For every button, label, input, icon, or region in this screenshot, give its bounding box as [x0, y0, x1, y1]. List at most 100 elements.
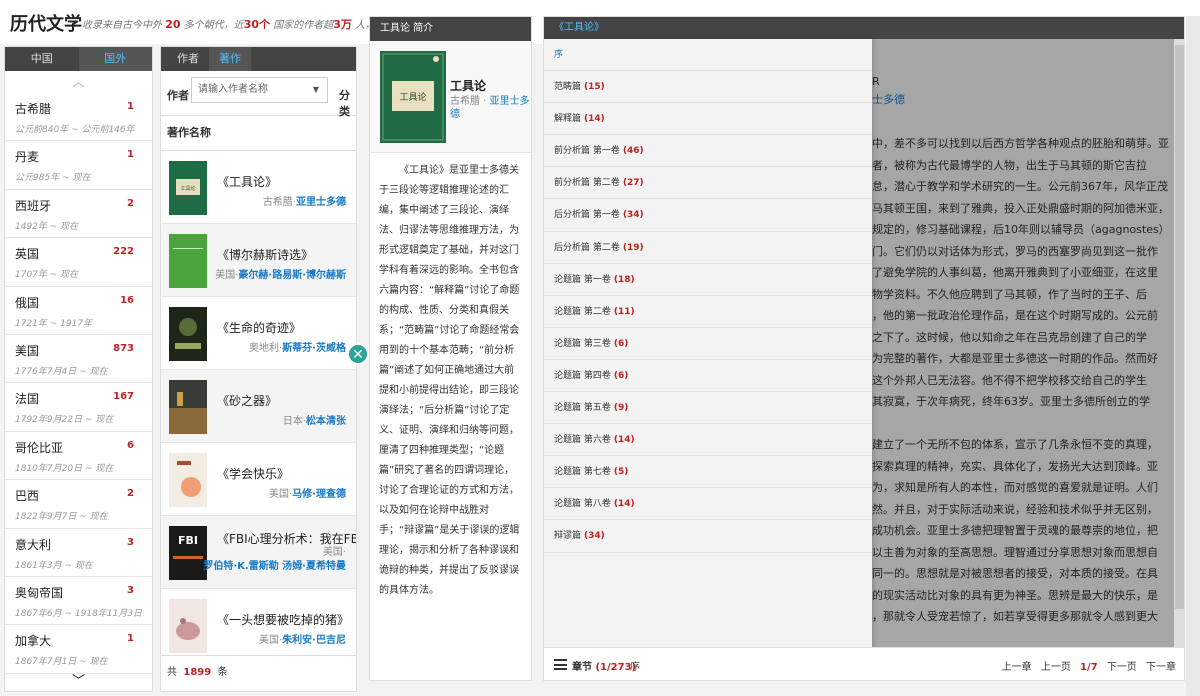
work-author: 美国· 罗伯特·K.雷斯勒 汤姆·夏希特曼: [203, 547, 346, 572]
work-item[interactable]: 《博尔赫斯诗选》 美国·豪尔赫·路易斯·博尔赫斯: [161, 224, 356, 297]
current-chapter: 序: [630, 662, 640, 673]
tab-authors[interactable]: 作者: [167, 47, 209, 71]
menu-icon[interactable]: [554, 659, 567, 670]
book-cover-thumbnail[interactable]: [169, 599, 207, 653]
next-chapter-link[interactable]: 下一章: [1146, 662, 1176, 673]
next-page-link[interactable]: 下一页: [1107, 662, 1137, 673]
tab-foreign[interactable]: 国外: [78, 47, 152, 71]
right-edge: [1186, 16, 1200, 696]
scrollbar[interactable]: [1174, 39, 1184, 649]
intro-header: 工具论 简介: [370, 17, 531, 41]
chapter-item[interactable]: 论题篇 第七卷 (5): [544, 456, 872, 489]
work-item[interactable]: 《砂之器》 日本·松本清张: [161, 370, 356, 443]
caret-down-icon: ▼: [312, 85, 319, 94]
close-icon[interactable]: ✕: [347, 343, 369, 365]
country-item[interactable]: 奥匈帝国 1867年6月 ~ 1918年11月3日 3: [5, 577, 152, 626]
country-item[interactable]: 加拿大 1867年7月1日 ~ 现在 1: [5, 625, 152, 674]
tab-china[interactable]: 中国: [5, 47, 79, 71]
work-item[interactable]: 《一头想要被吃掉的猪》美国·朱利安·巴吉尼: [161, 589, 356, 662]
work-item[interactable]: 《生命的奇迹》 奥地利·斯蒂芬·茨威格: [161, 297, 356, 370]
tab-book[interactable]: 《工具论》: [544, 17, 614, 41]
country-item[interactable]: 西班牙 1492年 ~ 现在 2: [5, 190, 152, 239]
prev-chapter-link[interactable]: 上一章: [1002, 662, 1032, 673]
author-select[interactable]: 请输入作者名称 ▼: [191, 77, 328, 103]
country-date-range: 1707年 ~ 现在: [15, 270, 79, 281]
book-cover-thumbnail[interactable]: [169, 380, 207, 434]
chapter-item[interactable]: 辩谬篇 (34): [544, 520, 872, 553]
chapter-item[interactable]: 论题篇 第二卷 (11): [544, 296, 872, 328]
category-filter-label: 分类: [339, 89, 350, 118]
work-title[interactable]: 《学会快乐》: [217, 465, 289, 482]
chapter-item[interactable]: 论题篇 第一卷 (18): [544, 264, 872, 296]
chapter-item[interactable]: 论题篇 第四卷 (6): [544, 360, 872, 393]
work-author-link[interactable]: 亚里士多德: [296, 197, 346, 208]
tab-works[interactable]: 著作: [209, 47, 251, 71]
work-item[interactable]: 工具论 《工具论》 古希腊·亚里士多德: [161, 151, 356, 224]
country-date-range: 1867年7月1日 ~ 现在: [15, 657, 108, 668]
work-author: 美国·朱利安·巴吉尼: [259, 635, 346, 646]
country-item[interactable]: 丹麦 公元985年 ~ 现在 1: [5, 141, 152, 190]
prev-page-link[interactable]: 上一页: [1041, 662, 1071, 673]
svg-text:工具论: 工具论: [399, 91, 426, 103]
chapter-item[interactable]: 论题篇 第三卷 (6): [544, 328, 872, 360]
work-item[interactable]: 《学会快乐》 美国·马修·理查德: [161, 443, 356, 516]
scroll-down-icon[interactable]: ﹀: [5, 670, 152, 689]
country-item[interactable]: 巴西 1822年9月7日 ~ 现在 2: [5, 480, 152, 529]
intro-text: 《工具论》是亚里士多德关于三段论等逻辑推理论述的汇编，集中阐述了三段论、演绎法、…: [379, 165, 520, 596]
country-item[interactable]: 古希腊 公元前840年 ~ 公元前146年 1: [5, 93, 152, 142]
country-item[interactable]: 英国 1707年 ~ 现在 222: [5, 238, 152, 287]
intro-panel: 工具论 简介 工具论 工具论 古希腊 · 亚里士多德 《工具论》是亚里士多德关于…: [369, 16, 532, 681]
author-select-placeholder: 请输入作者名称: [198, 84, 268, 95]
country-date-range: 1810年7月20日 ~ 现在: [15, 463, 114, 474]
chapter-item[interactable]: 解释篇 (14): [544, 103, 872, 136]
work-author-link[interactable]: 罗伯特·K.雷斯勒 汤姆·夏希特曼: [203, 561, 346, 572]
chapter-item[interactable]: 前分析篇 第二卷 (27): [544, 167, 872, 200]
country-item[interactable]: 意大利 1861年3月 ~ 现在 3: [5, 529, 152, 577]
work-author-link[interactable]: 豪尔赫·路易斯·博尔赫斯: [238, 270, 346, 281]
work-author-link[interactable]: 松本清张: [306, 416, 346, 427]
country-item[interactable]: 俄国 1721年 ~ 1917年 16: [5, 287, 152, 335]
work-author-link[interactable]: 马修·理查德: [292, 489, 346, 500]
book-cover-thumbnail[interactable]: FBI: [169, 526, 207, 580]
book-cover-thumbnail[interactable]: [169, 234, 207, 288]
work-title[interactable]: 《砂之器》: [217, 392, 277, 409]
work-author-link[interactable]: 朱利安·巴吉尼: [282, 635, 346, 646]
work-title[interactable]: 《博尔赫斯诗选》: [217, 246, 313, 263]
country-author-count: 16: [120, 294, 134, 306]
site-title[interactable]: 历代文学: [10, 10, 82, 36]
chapter-item[interactable]: 前分析篇 第一卷 (46): [544, 135, 872, 168]
chapter-item[interactable]: 论题篇 第六卷 (14): [544, 424, 872, 457]
chapter-item[interactable]: 后分析篇 第二卷 (19): [544, 232, 872, 264]
country-date-range: 1776年7月4日 ~ 现在: [15, 366, 108, 377]
country-item[interactable]: 哥伦比亚 1810年7月20日 ~ 现在 6: [5, 432, 152, 481]
chapter-item[interactable]: 论题篇 第八卷 (14): [544, 488, 872, 521]
country-date-range: 1867年6月 ~ 1918年11月3日: [15, 608, 142, 619]
country-item[interactable]: 法国 1792年9月22日 ~ 现在 167: [5, 383, 152, 432]
scroll-up-icon[interactable]: ︿: [5, 71, 152, 93]
book-cover-thumbnail[interactable]: [169, 453, 207, 507]
scrollbar-thumb[interactable]: [1175, 45, 1184, 609]
work-title[interactable]: 《一头想要被吃掉的猪》: [217, 611, 349, 628]
work-author-link[interactable]: 斯蒂芬·茨威格: [282, 343, 346, 354]
work-title[interactable]: 《FBI心理分析术：我在FBI...: [217, 530, 356, 547]
intro-author: 古希腊 · 亚里士多德: [450, 96, 530, 120]
modal-overlay[interactable]: [872, 39, 1174, 649]
country-item[interactable]: 美国 1776年7月4日 ~ 现在 873: [5, 335, 152, 384]
country-tabs: 中国 国外: [5, 47, 152, 71]
country-panel: 中国 国外 ︿ 古希腊 公元前840年 ~ 公元前146年 1 丹麦 公元985年 ~ …: [4, 46, 153, 692]
country-author-count: 2: [127, 488, 134, 500]
work-item[interactable]: FBI 《FBI心理分析术：我在FBI...美国·罗伯特·K.雷斯勒 汤姆·夏希特…: [161, 516, 356, 589]
chapter-item[interactable]: 序: [544, 39, 872, 72]
country-author-count: 3: [127, 584, 134, 596]
chapter-item[interactable]: 后分析篇 第一卷 (34): [544, 199, 872, 232]
works-column-header: 著作名称: [161, 115, 356, 151]
book-cover-thumbnail[interactable]: [169, 307, 207, 361]
chapter-item[interactable]: 范畴篇 (15): [544, 71, 872, 104]
svg-text:工具论: 工具论: [180, 185, 195, 192]
book-cover-thumbnail[interactable]: 工具论: [169, 161, 207, 215]
chapter-item[interactable]: 论题篇 第五卷 (9): [544, 392, 872, 425]
work-title[interactable]: 《工具论》: [217, 173, 277, 190]
country-list: 古希腊 公元前840年 ~ 公元前146年 1 丹麦 公元985年 ~ 现在 1 西班牙 14…: [5, 93, 152, 674]
chapter-label[interactable]: 章节 (1/273): [572, 658, 636, 673]
work-title[interactable]: 《生命的奇迹》: [217, 319, 301, 336]
